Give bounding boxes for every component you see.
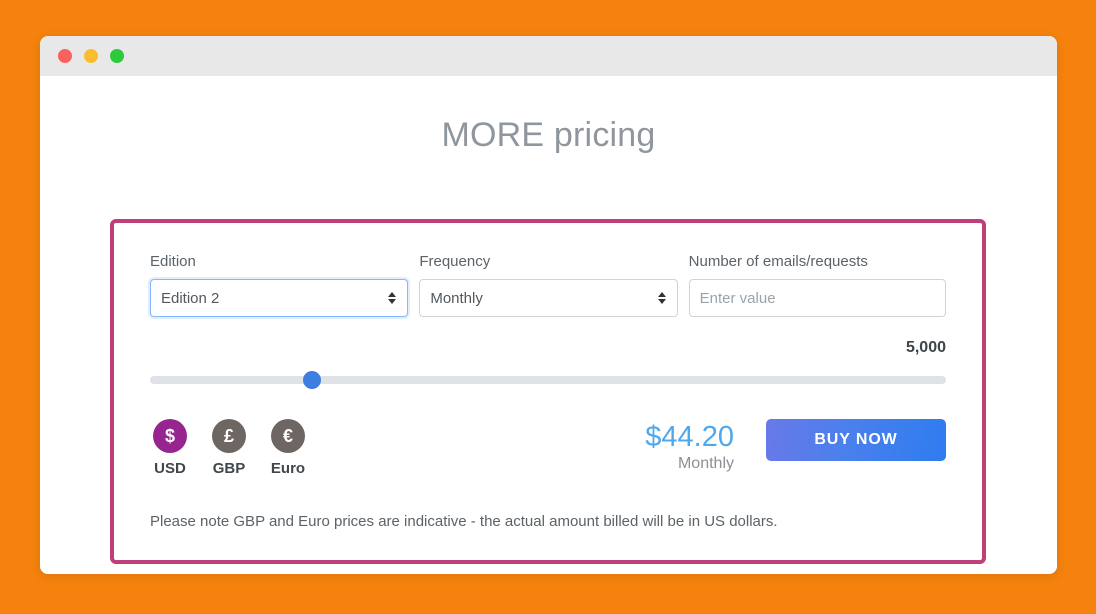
currency-option-euro[interactable]: € Euro [268,419,308,477]
currency-option-gbp[interactable]: £ GBP [209,419,249,477]
frequency-selected-value: Monthly [430,289,483,307]
currency-label-euro: Euro [270,460,306,477]
browser-window: MORE pricing Edition Edition 2 Frequency… [40,36,1057,574]
euro-icon: € [271,419,305,453]
price-block: $44.20 Monthly [645,419,734,473]
frequency-field-group: Frequency Monthly [419,253,678,317]
currency-selector: $ USD £ GBP € Euro [150,419,308,477]
emails-field-group: Number of emails/requests Enter value [688,253,946,317]
edition-selected-value: Edition 2 [161,289,220,307]
slider-value-label: 5,000 [905,339,946,356]
buy-now-button[interactable]: BUY NOW [766,419,946,461]
edition-select[interactable]: Edition 2 [150,279,409,317]
frequency-select[interactable]: Monthly [419,279,678,317]
chevron-updown-icon [388,292,397,304]
price-period: Monthly [677,455,734,473]
maximize-window-button[interactable] [110,49,124,63]
emails-input[interactable]: Enter value [688,279,946,317]
minimize-window-button[interactable] [84,49,98,63]
pricing-note: Please note GBP and Euro prices are indi… [150,513,778,530]
frequency-label: Frequency [419,253,491,270]
price-and-buy: $44.20 Monthly BUY NOW [645,419,946,473]
dollar-icon: $ [153,419,187,453]
price-amount: $44.20 [645,421,734,453]
chevron-updown-icon [657,292,666,304]
window-title-bar [40,36,1057,76]
edition-label: Edition [150,253,196,270]
currency-label-usd: USD [154,460,186,477]
edition-field-group: Edition Edition 2 [150,253,409,317]
purchase-row: $ USD £ GBP € Euro $44.20 Monthly BUY NO… [150,419,946,477]
currency-label-gbp: GBP [212,460,246,477]
emails-placeholder-text: Enter value [699,289,776,307]
page-title: MORE pricing [441,116,656,154]
quantity-slider[interactable] [150,371,946,389]
quantity-slider-section: 5,000 [150,339,946,389]
currency-option-usd[interactable]: $ USD [150,419,190,477]
slider-thumb[interactable] [303,371,322,389]
pricing-calculator-card: Edition Edition 2 Frequency Monthly Numb… [110,219,986,564]
page-content: MORE pricing Edition Edition 2 Frequency… [40,76,1057,574]
slider-track[interactable] [150,376,946,384]
emails-label: Number of emails/requests [688,253,868,270]
form-field-row: Edition Edition 2 Frequency Monthly Numb… [150,253,946,317]
close-window-button[interactable] [58,49,72,63]
pound-icon: £ [212,419,246,453]
